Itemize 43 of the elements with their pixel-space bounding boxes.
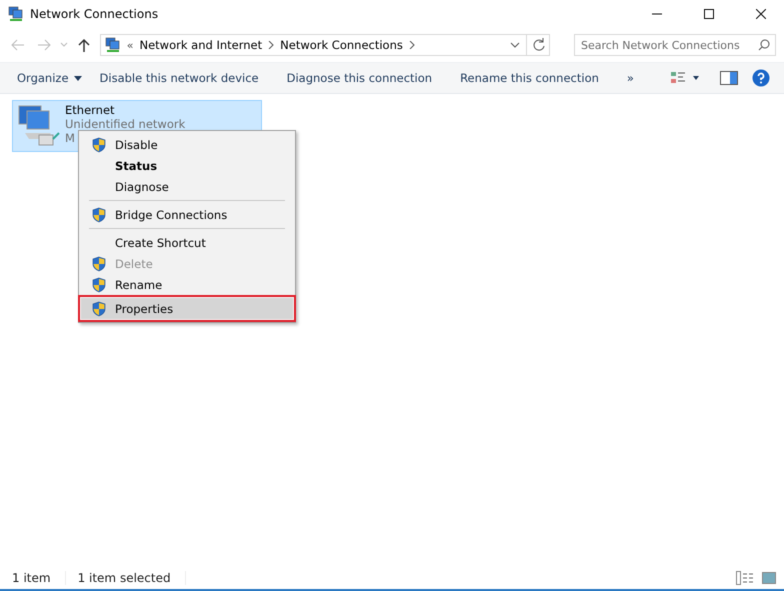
toolbar-button[interactable]: Diagnose this connection — [278, 65, 442, 91]
shield-icon — [91, 136, 107, 152]
breadcrumb[interactable]: Network Connections — [280, 38, 403, 52]
window-title: Network Connections — [30, 7, 160, 21]
breadcrumb[interactable]: Network and Internet — [140, 38, 262, 52]
menu-item[interactable]: Status — [81, 155, 293, 176]
details-view-icon[interactable] — [736, 571, 754, 585]
caret-icon — [74, 76, 82, 80]
maximize-icon — [704, 9, 714, 19]
toolbar-button[interactable]: Disable this network device — [90, 65, 268, 91]
menu-item[interactable]: Bridge Connections — [81, 204, 293, 225]
shield-icon — [91, 206, 107, 222]
toolbar-button[interactable]: Organize — [8, 65, 91, 91]
connection-name: Ethernet — [65, 103, 115, 117]
item-count: 1 item — [12, 571, 66, 585]
more-button[interactable]: » — [618, 65, 643, 91]
search-icon[interactable] — [758, 39, 770, 51]
menu-item[interactable]: Create Shortcut — [81, 232, 293, 253]
up-arrow-icon — [78, 38, 90, 52]
chevron-down-icon[interactable] — [510, 42, 520, 48]
toolbar-button[interactable]: Rename this connection — [451, 65, 608, 91]
selection-count: 1 item selected — [78, 571, 186, 585]
shield-icon — [91, 256, 107, 272]
shield-icon — [91, 276, 107, 292]
view-options-icon[interactable] — [670, 70, 700, 86]
forward-arrow-icon — [36, 39, 51, 51]
address-bar[interactable]: « Network and Internet Network Connections — [100, 34, 550, 56]
network-icon — [104, 37, 121, 53]
network-status: Unidentified network — [65, 117, 186, 131]
chevron-right-icon[interactable] — [408, 41, 415, 49]
overflow-chevron[interactable]: « — [126, 38, 134, 52]
help-icon[interactable] — [752, 69, 770, 87]
search-field[interactable]: Search Network Connections — [574, 34, 776, 56]
device-name: M — [65, 131, 75, 145]
close-icon — [756, 9, 766, 19]
menu-item[interactable]: Properties — [81, 298, 293, 319]
menu-item[interactable]: Diagnose — [81, 176, 293, 197]
chevron-right-icon[interactable] — [268, 41, 274, 49]
back-arrow-icon — [10, 39, 25, 51]
menu-item[interactable]: Rename — [81, 274, 293, 295]
shield-icon — [91, 300, 107, 316]
network-icon — [8, 6, 24, 22]
preview-pane-icon[interactable] — [720, 71, 738, 85]
